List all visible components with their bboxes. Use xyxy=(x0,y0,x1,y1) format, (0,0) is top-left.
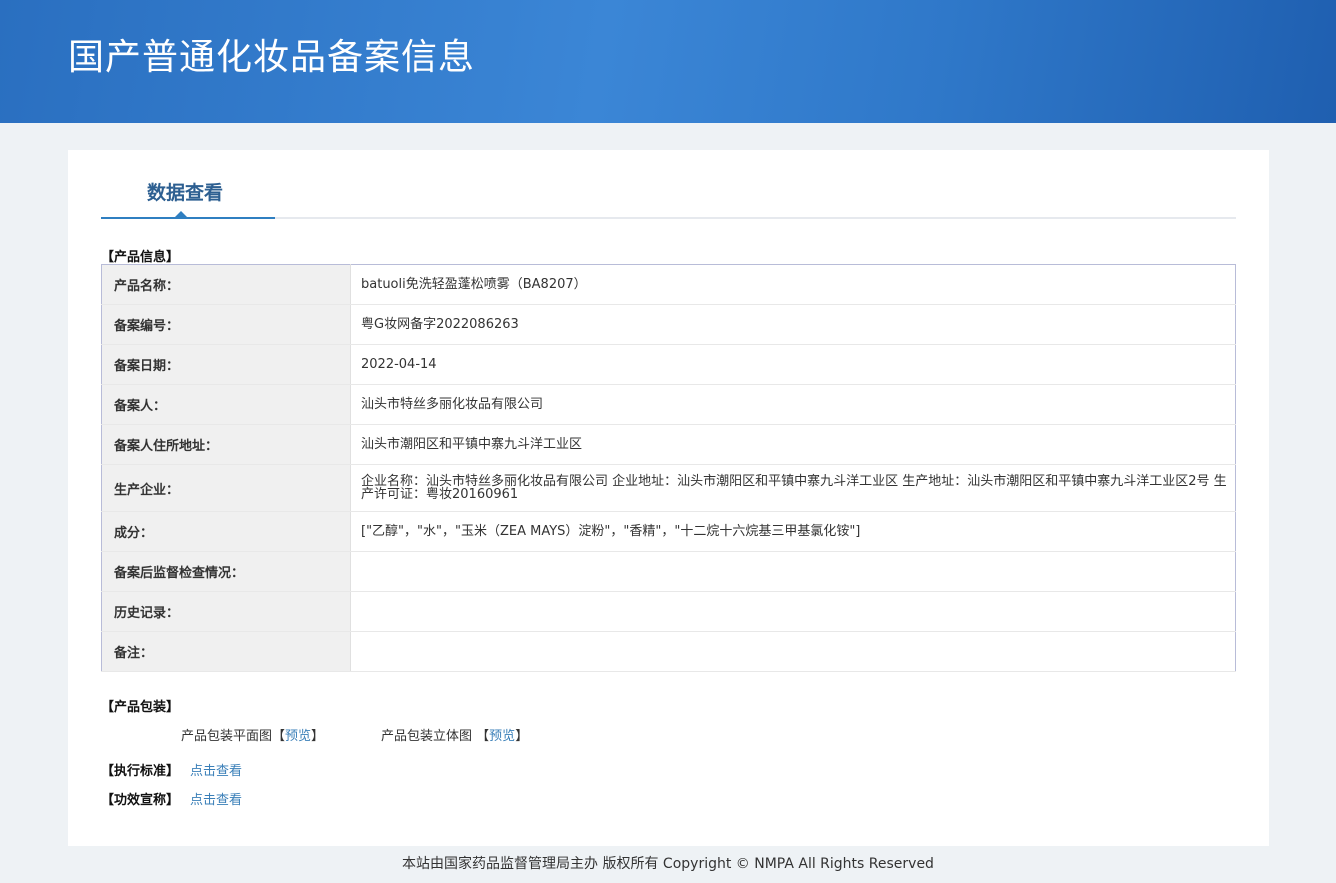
row-value: 企业名称：汕头市特丝多丽化妆品有限公司 企业地址：汕头市潮阳区和平镇中寨九斗洋工… xyxy=(350,464,1236,512)
efficacy-label: 【功效宣称】 xyxy=(101,793,180,808)
standard-link[interactable]: 点击查看 xyxy=(190,760,242,779)
table-row: 产品名称： batuoli免洗轻盈蓬松喷雾（BA8207） xyxy=(101,264,1236,305)
row-value: ["乙醇"，"水"，"玉米（ZEA MAYS）淀粉"，"香精"，"十二烷十六烷基… xyxy=(350,511,1236,552)
tab-active-indicator xyxy=(101,217,275,219)
table-row: 备注： xyxy=(101,631,1236,672)
tab-arrow-icon xyxy=(175,211,187,217)
row-value: 粤G妆网备字2022086263 xyxy=(350,304,1236,345)
row-label: 备注： xyxy=(101,631,351,672)
package-solid: 产品包装立体图 【预览】 xyxy=(381,725,528,744)
row-label: 历史记录： xyxy=(101,591,351,632)
row-value: 2022-04-14 xyxy=(350,344,1236,385)
table-row: 备案编号： 粤G妆网备字2022086263 xyxy=(101,304,1236,345)
row-value: batuoli免洗轻盈蓬松喷雾（BA8207） xyxy=(350,264,1236,305)
table-row: 备案后监督检查情况： xyxy=(101,551,1236,592)
table-row: 生产企业： 企业名称：汕头市特丝多丽化妆品有限公司 企业地址：汕头市潮阳区和平镇中… xyxy=(101,464,1236,512)
package-flat: 产品包装平面图【预览】 xyxy=(181,725,324,744)
bracket: 】 xyxy=(515,729,529,744)
table-row: 成分： ["乙醇"，"水"，"玉米（ZEA MAYS）淀粉"，"香精"，"十二烷十… xyxy=(101,511,1236,552)
package-flat-preview-link[interactable]: 预览 xyxy=(285,729,311,744)
header-banner: 国产普通化妆品备案信息 xyxy=(0,0,1336,123)
content-card: 数据查看 【产品信息】 产品名称： batuoli免洗轻盈蓬松喷雾（BA8207）… xyxy=(68,150,1269,846)
row-label: 备案编号： xyxy=(101,304,351,345)
row-value: 汕头市特丝多丽化妆品有限公司 xyxy=(350,384,1236,425)
row-label: 备案日期： xyxy=(101,344,351,385)
row-value xyxy=(350,551,1236,592)
bracket: 】 xyxy=(311,729,325,744)
page-title: 国产普通化妆品备案信息 xyxy=(68,37,476,78)
table-row: 历史记录： xyxy=(101,591,1236,632)
package-flat-label: 产品包装平面图 xyxy=(181,729,273,744)
row-value: 汕头市潮阳区和平镇中寨九斗洋工业区 xyxy=(350,424,1236,465)
row-label: 生产企业： xyxy=(101,464,351,512)
tab-data-view[interactable]: 数据查看 xyxy=(147,178,223,205)
row-label: 备案人： xyxy=(101,384,351,425)
product-info-table: 产品名称： batuoli免洗轻盈蓬松喷雾（BA8207） 备案编号： 粤G妆网备字2… xyxy=(101,264,1236,672)
bracket: 【 xyxy=(476,729,490,744)
product-info-title: 【产品信息】 xyxy=(101,250,180,265)
package-solid-preview-link[interactable]: 预览 xyxy=(489,729,515,744)
row-label: 产品名称： xyxy=(101,264,351,305)
row-value xyxy=(350,631,1236,672)
efficacy-link[interactable]: 点击查看 xyxy=(190,789,242,808)
package-solid-label: 产品包装立体图 xyxy=(381,729,473,744)
table-row: 备案日期： 2022-04-14 xyxy=(101,344,1236,385)
table-row: 备案人： 汕头市特丝多丽化妆品有限公司 xyxy=(101,384,1236,425)
row-value xyxy=(350,591,1236,632)
row-label: 备案后监督检查情况： xyxy=(101,551,351,592)
row-label: 备案人住所地址： xyxy=(101,424,351,465)
row-label: 成分： xyxy=(101,511,351,552)
packaging-title: 【产品包装】 xyxy=(101,700,180,715)
footer: 本站由国家药品监督管理局主办 版权所有 Copyright © NMPA All… xyxy=(402,856,934,872)
table-row: 备案人住所地址： 汕头市潮阳区和平镇中寨九斗洋工业区 xyxy=(101,424,1236,465)
standard-label: 【执行标准】 xyxy=(101,764,180,779)
bracket: 【 xyxy=(272,729,286,744)
